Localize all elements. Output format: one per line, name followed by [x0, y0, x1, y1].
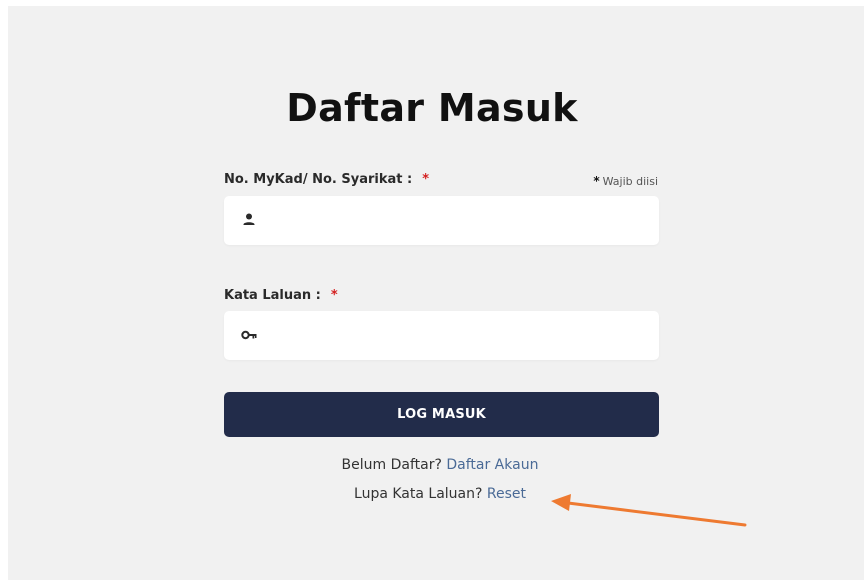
arrow-icon [551, 494, 747, 527]
